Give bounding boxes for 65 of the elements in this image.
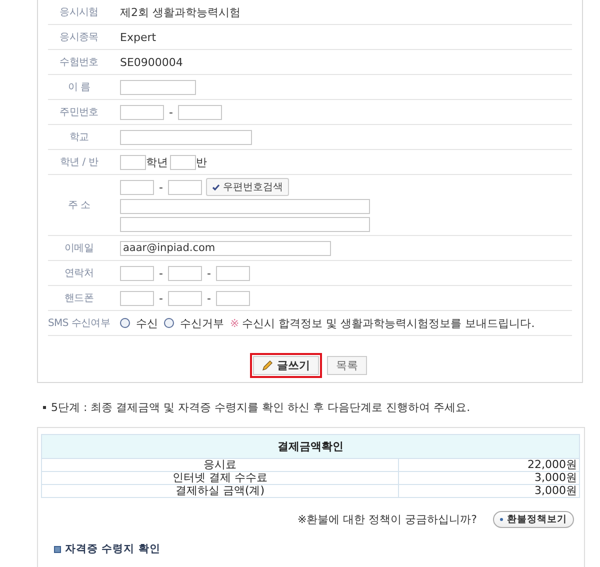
postcode-field[interactable] — [120, 180, 154, 194]
field-label: 응시종목 — [58, 31, 100, 44]
refund-note: ※환불에 대한 정책이 궁금하십니까? — [297, 512, 477, 527]
square-icon — [54, 546, 61, 552]
phone-field[interactable] — [120, 266, 154, 280]
dash-separator: - — [168, 106, 174, 118]
field-label: 연락처 — [63, 267, 95, 280]
phone-field[interactable] — [120, 290, 154, 306]
field-value: SE0900004 — [120, 56, 183, 68]
postcode-field[interactable] — [168, 180, 202, 194]
field-label: SMS 수신여부 — [48, 317, 110, 330]
refund-policy-button[interactable]: 환불정책보기 — [493, 511, 574, 528]
phone-field[interactable] — [216, 290, 250, 306]
radio-button[interactable] — [120, 318, 130, 328]
address-field[interactable] — [120, 199, 370, 214]
field-value: Expert — [120, 30, 156, 44]
check-icon — [212, 184, 220, 190]
amount-cell: 22,000원 — [398, 458, 580, 472]
address-field[interactable] — [120, 217, 370, 232]
postcode-search-button[interactable]: 우편번호검색 — [206, 178, 289, 196]
sms-note: 수신시 합격정보 및 생활과학능력시험정보를 보내드립니다. — [242, 316, 535, 330]
phone-field[interactable] — [216, 266, 250, 280]
section-heading: 자격증 수령지 확인 — [65, 542, 160, 556]
list-button[interactable]: 목록 — [327, 356, 367, 375]
grade-field[interactable] — [120, 154, 146, 170]
phone-field[interactable] — [168, 266, 202, 280]
unit-label: 반 — [196, 154, 207, 170]
name-field[interactable] — [120, 80, 196, 94]
dash-separator: - — [158, 180, 164, 194]
fee-item-cell: 응시료 — [42, 458, 398, 472]
field-label: 이메일 — [63, 242, 95, 255]
school-field[interactable] — [120, 130, 252, 144]
field-value: 제2회 생활과학능력시험 — [120, 4, 240, 20]
dash-separator: - — [158, 266, 164, 280]
dot-icon — [500, 518, 503, 521]
field-label: 핸드폰 — [63, 292, 95, 305]
field-label: 응시시험 — [58, 6, 100, 19]
unit-label: 학년 — [146, 154, 168, 170]
id-number-field[interactable] — [120, 104, 164, 120]
note-mark: ※ — [230, 316, 240, 330]
field-label: 학교 — [68, 131, 90, 144]
grade-field[interactable] — [170, 154, 196, 170]
fee-item-cell: 결제하실 금액(계) — [42, 484, 398, 498]
dash-separator: - — [206, 266, 212, 280]
field-label: 학년 / 반 — [59, 156, 100, 169]
amount-cell: 3,000원 — [398, 484, 580, 498]
phone-field[interactable] — [168, 290, 202, 306]
field-label: 주 소 — [66, 199, 92, 212]
id-number-field[interactable] — [178, 104, 222, 120]
radio-button[interactable] — [164, 318, 174, 328]
dash-separator: - — [206, 292, 212, 304]
field-label: 수험번호 — [58, 56, 100, 69]
dash-separator: - — [158, 292, 164, 304]
pencil-icon — [262, 360, 273, 371]
field-label: 주민번호 — [58, 106, 100, 119]
bullet-icon — [43, 406, 46, 408]
radio-label: 수신 — [136, 316, 158, 330]
radio-label: 수신거부 — [180, 316, 224, 330]
field-label: 이 름 — [66, 81, 92, 94]
amount-cell: 3,000원 — [398, 472, 580, 484]
email-field[interactable]: aaar@inpiad.com — [120, 240, 331, 256]
fee-item-cell: 인터넷 결제 수수료 — [42, 472, 398, 484]
step-instruction: 5단계 : 최종 결제금액 및 자격증 수령지를 확인 하신 후 다음단계로 진행하여 주세요. — [51, 400, 470, 414]
payment-table-title: 결제금액확인 — [42, 434, 580, 458]
write-button[interactable]: 글쓰기 — [253, 356, 319, 375]
